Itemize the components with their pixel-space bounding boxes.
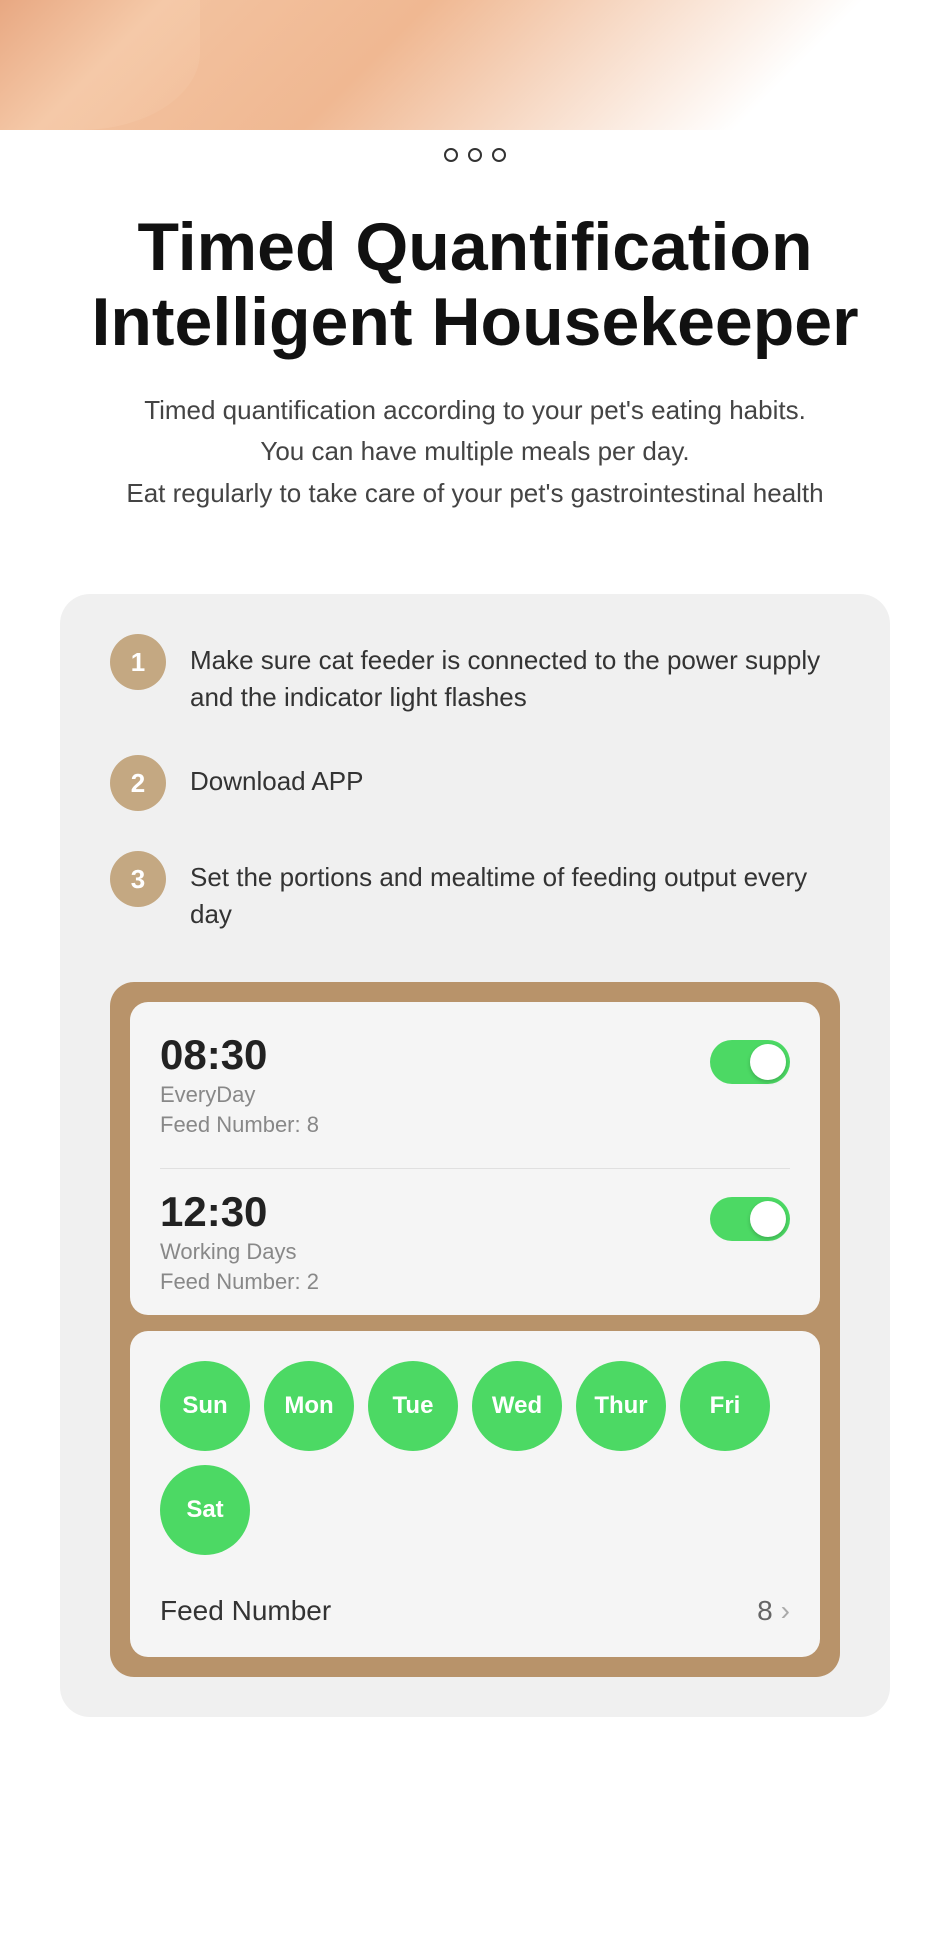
day-tue[interactable]: Tue [368, 1361, 458, 1451]
step-number-1: 1 [110, 634, 166, 690]
day-mon[interactable]: Mon [264, 1361, 354, 1451]
meal-feed-2: Feed Number: 2 [160, 1269, 319, 1295]
dot-1 [444, 148, 458, 162]
step-number-2: 2 [110, 755, 166, 811]
days-card: Sun Mon Tue Wed Thur Fri Sat Feed Number… [130, 1331, 820, 1657]
meal-info-1: 08:30 EveryDay Feed Number: 8 [160, 1032, 319, 1138]
feed-number-value: 8 [757, 1595, 773, 1627]
dot-2 [468, 148, 482, 162]
step-item-3: 3 Set the portions and mealtime of feedi… [110, 851, 840, 932]
meal-time-2: 12:30 [160, 1189, 319, 1235]
toggle-meal-2[interactable] [710, 1197, 790, 1241]
meals-inner-card: 08:30 EveryDay Feed Number: 8 12:30 Work… [130, 1002, 820, 1315]
meal-feed-1: Feed Number: 8 [160, 1112, 319, 1138]
meal-entry-1: 08:30 EveryDay Feed Number: 8 [160, 1032, 790, 1138]
meal-schedule-2: Working Days [160, 1239, 319, 1265]
chevron-right-icon: › [781, 1595, 790, 1627]
top-decorative-image [0, 0, 950, 130]
hero-section: Timed Quantification Intelligent Houseke… [0, 180, 950, 574]
meal-entry-2: 12:30 Working Days Feed Number: 2 [160, 1189, 790, 1295]
step-item-1: 1 Make sure cat feeder is connected to t… [110, 634, 840, 715]
dot-3 [492, 148, 506, 162]
toggle-meal-1[interactable] [710, 1040, 790, 1084]
step-text-1: Make sure cat feeder is connected to the… [190, 634, 840, 715]
day-sun[interactable]: Sun [160, 1361, 250, 1451]
day-fri[interactable]: Fri [680, 1361, 770, 1451]
main-card: 1 Make sure cat feeder is connected to t… [60, 594, 890, 1717]
day-wed[interactable]: Wed [472, 1361, 562, 1451]
step-text-3: Set the portions and mealtime of feeding… [190, 851, 840, 932]
day-thur[interactable]: Thur [576, 1361, 666, 1451]
step-text-2: Download APP [190, 755, 363, 799]
dots-indicator [0, 130, 950, 180]
step-item-2: 2 Download APP [110, 755, 840, 811]
hero-description: Timed quantification according to your p… [40, 390, 910, 515]
meal-separator [160, 1168, 790, 1169]
feed-number-label: Feed Number [160, 1595, 331, 1627]
meal-info-2: 12:30 Working Days Feed Number: 2 [160, 1189, 319, 1295]
day-sat[interactable]: Sat [160, 1465, 250, 1555]
hero-title: Timed Quantification Intelligent Houseke… [40, 210, 910, 360]
steps-list: 1 Make sure cat feeder is connected to t… [110, 634, 840, 932]
days-row: Sun Mon Tue Wed Thur Fri Sat [160, 1361, 790, 1555]
meal-schedule-1: EveryDay [160, 1082, 319, 1108]
meal-time-1: 08:30 [160, 1032, 319, 1078]
feed-number-row: Feed Number 8 › [160, 1585, 790, 1627]
schedule-outer-card: 08:30 EveryDay Feed Number: 8 12:30 Work… [110, 982, 840, 1677]
step-number-3: 3 [110, 851, 166, 907]
feed-number-value-row[interactable]: 8 › [757, 1595, 790, 1627]
